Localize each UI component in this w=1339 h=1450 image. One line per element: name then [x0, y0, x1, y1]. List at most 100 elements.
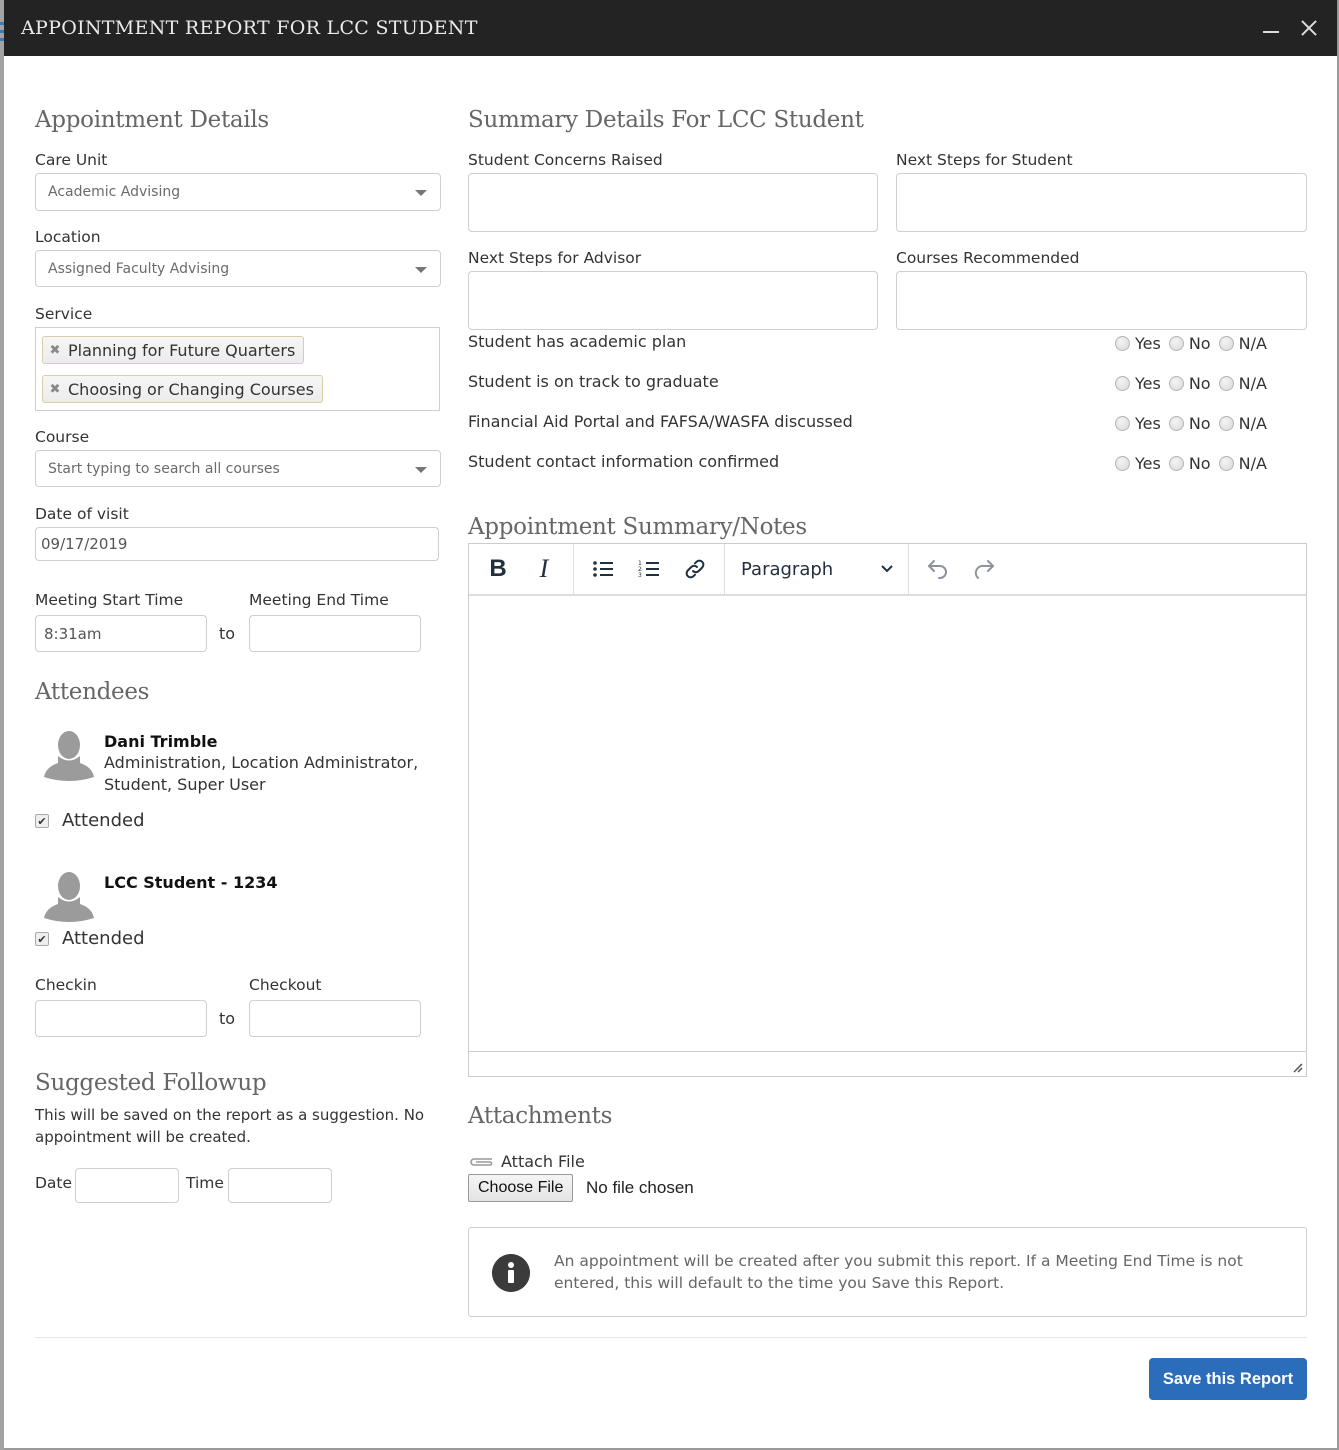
location-label: Location — [35, 228, 101, 246]
student-concerns-textarea[interactable] — [468, 173, 878, 232]
next-steps-student-label: Next Steps for Student — [896, 151, 1073, 169]
italic-button[interactable]: I — [521, 549, 567, 589]
attachments-heading: Attachments — [468, 1103, 613, 1129]
close-icon[interactable] — [1299, 18, 1319, 38]
appointment-details-heading: Appointment Details — [35, 107, 269, 133]
followup-date-label: Date — [35, 1174, 73, 1192]
location-select[interactable]: Assigned Faculty Advising — [35, 250, 441, 287]
question-label: Student is on track to graduate — [468, 372, 719, 391]
service-tag: ✖ Choosing or Changing Courses — [42, 375, 323, 403]
meeting-start-input[interactable]: 8:31am — [35, 615, 207, 652]
chevron-down-icon — [415, 467, 427, 473]
bullet-list-button[interactable] — [580, 549, 626, 589]
footer-divider — [35, 1337, 1307, 1338]
checkin-input[interactable] — [35, 1000, 207, 1037]
avatar-icon — [44, 872, 94, 922]
suggested-followup-heading: Suggested Followup — [35, 1070, 267, 1096]
bullet-list-icon — [593, 561, 613, 577]
attendees-heading: Attendees — [35, 679, 150, 705]
attendee-roles: Administration, Location Administrator, … — [104, 753, 419, 794]
service-tag: ✖ Planning for Future Quarters — [42, 336, 305, 364]
numbered-list-button[interactable]: 1 2 3 — [626, 549, 672, 589]
care-unit-select[interactable]: Academic Advising — [35, 173, 441, 211]
resize-handle-icon[interactable] — [1291, 1061, 1303, 1073]
meeting-to-text: to — [219, 624, 236, 643]
followup-date-input[interactable] — [75, 1168, 179, 1203]
summary-details-heading: Summary Details For LCC Student — [468, 107, 864, 133]
care-unit-value: Academic Advising — [48, 184, 181, 200]
attach-file-text: Attach File — [501, 1152, 585, 1171]
radio-no[interactable]: No — [1168, 374, 1211, 393]
remove-tag-icon[interactable]: ✖ — [49, 382, 61, 397]
avatar-icon — [44, 731, 94, 781]
attendee-name: Dani Trimble — [104, 732, 218, 751]
undo-icon — [928, 560, 947, 579]
block-format-value: Paragraph — [741, 558, 834, 580]
attended-checkbox[interactable]: ✔ — [35, 814, 49, 828]
choose-file-button[interactable]: Choose File — [468, 1174, 574, 1202]
radio-yes[interactable]: Yes — [1115, 414, 1161, 433]
numbered-list-icon: 1 2 3 — [638, 560, 659, 579]
radio-no[interactable]: No — [1168, 334, 1211, 353]
attendee-name: LCC Student - 1234 — [104, 873, 278, 892]
checkin-to-text: to — [219, 1009, 236, 1028]
file-status-text: No file chosen — [586, 1178, 694, 1197]
course-search-select[interactable]: Start typing to search all courses — [35, 450, 441, 487]
modal-title: APPOINTMENT REPORT FOR LCC STUDENT — [21, 17, 478, 39]
checkout-input[interactable] — [249, 1000, 421, 1037]
radio-no[interactable]: No — [1168, 414, 1211, 433]
radio-yes[interactable]: Yes — [1115, 454, 1161, 473]
meeting-end-input[interactable] — [249, 615, 421, 652]
bold-button[interactable]: B — [475, 549, 521, 589]
service-multiselect[interactable]: ✖ Planning for Future Quarters ✖ Choosin… — [35, 327, 440, 411]
radio-yes[interactable]: Yes — [1115, 374, 1161, 393]
question-radio-group: Yes No N/A — [1115, 374, 1275, 393]
service-tag-label: Planning for Future Quarters — [68, 340, 296, 360]
radio-no[interactable]: No — [1168, 454, 1211, 473]
paperclip-icon — [470, 1157, 493, 1166]
question-radio-group: Yes No N/A — [1115, 454, 1275, 473]
followup-time-label: Time — [186, 1174, 224, 1192]
undo-button[interactable] — [915, 549, 961, 589]
question-label: Student contact information confirmed — [468, 452, 780, 471]
checkout-label: Checkout — [249, 976, 322, 994]
radio-na[interactable]: N/A — [1218, 454, 1267, 473]
course-placeholder: Start typing to search all courses — [48, 460, 280, 477]
editor-toolbar: B I 1 2 3 Paragraph — [469, 544, 1306, 596]
redo-icon — [974, 560, 994, 579]
save-report-button[interactable]: Save this Report — [1149, 1358, 1307, 1400]
meeting-start-value: 8:31am — [44, 624, 102, 643]
next-steps-advisor-textarea[interactable] — [468, 271, 878, 330]
remove-tag-icon[interactable]: ✖ — [49, 343, 61, 358]
date-of-visit-input[interactable]: 09/17/2019 — [35, 527, 439, 561]
question-radio-group: Yes No N/A — [1115, 414, 1275, 433]
notes-editor-area[interactable] — [469, 598, 1306, 1053]
minimize-icon[interactable] — [1261, 18, 1281, 38]
link-icon — [685, 559, 705, 579]
care-unit-label: Care Unit — [35, 151, 108, 169]
meeting-start-label: Meeting Start Time — [35, 591, 184, 609]
attended-label: Attended — [62, 928, 145, 949]
followup-help-text: This will be saved on the report as a su… — [35, 1106, 425, 1146]
radio-yes[interactable]: Yes — [1115, 334, 1161, 353]
link-button[interactable] — [672, 549, 718, 589]
block-format-select[interactable]: Paragraph — [725, 544, 909, 594]
info-icon — [492, 1254, 530, 1292]
svg-text:3: 3 — [638, 572, 642, 579]
attended-checkbox[interactable]: ✔ — [35, 932, 49, 946]
service-tag-label: Choosing or Changing Courses — [68, 379, 314, 399]
format-group: B I — [469, 544, 574, 594]
courses-recommended-textarea[interactable] — [896, 271, 1307, 330]
redo-button[interactable] — [961, 549, 1007, 589]
window-controls — [1261, 18, 1319, 38]
modal-titlebar: APPOINTMENT REPORT FOR LCC STUDENT — [4, 0, 1337, 56]
radio-na[interactable]: N/A — [1218, 334, 1267, 353]
courses-recommended-label: Courses Recommended — [896, 249, 1080, 267]
next-steps-student-textarea[interactable] — [896, 173, 1307, 232]
attended-label: Attended — [62, 810, 145, 831]
checkin-label: Checkin — [35, 976, 97, 994]
location-value: Assigned Faculty Advising — [48, 260, 230, 277]
radio-na[interactable]: N/A — [1218, 374, 1267, 393]
followup-time-input[interactable] — [228, 1168, 332, 1203]
radio-na[interactable]: N/A — [1218, 414, 1267, 433]
